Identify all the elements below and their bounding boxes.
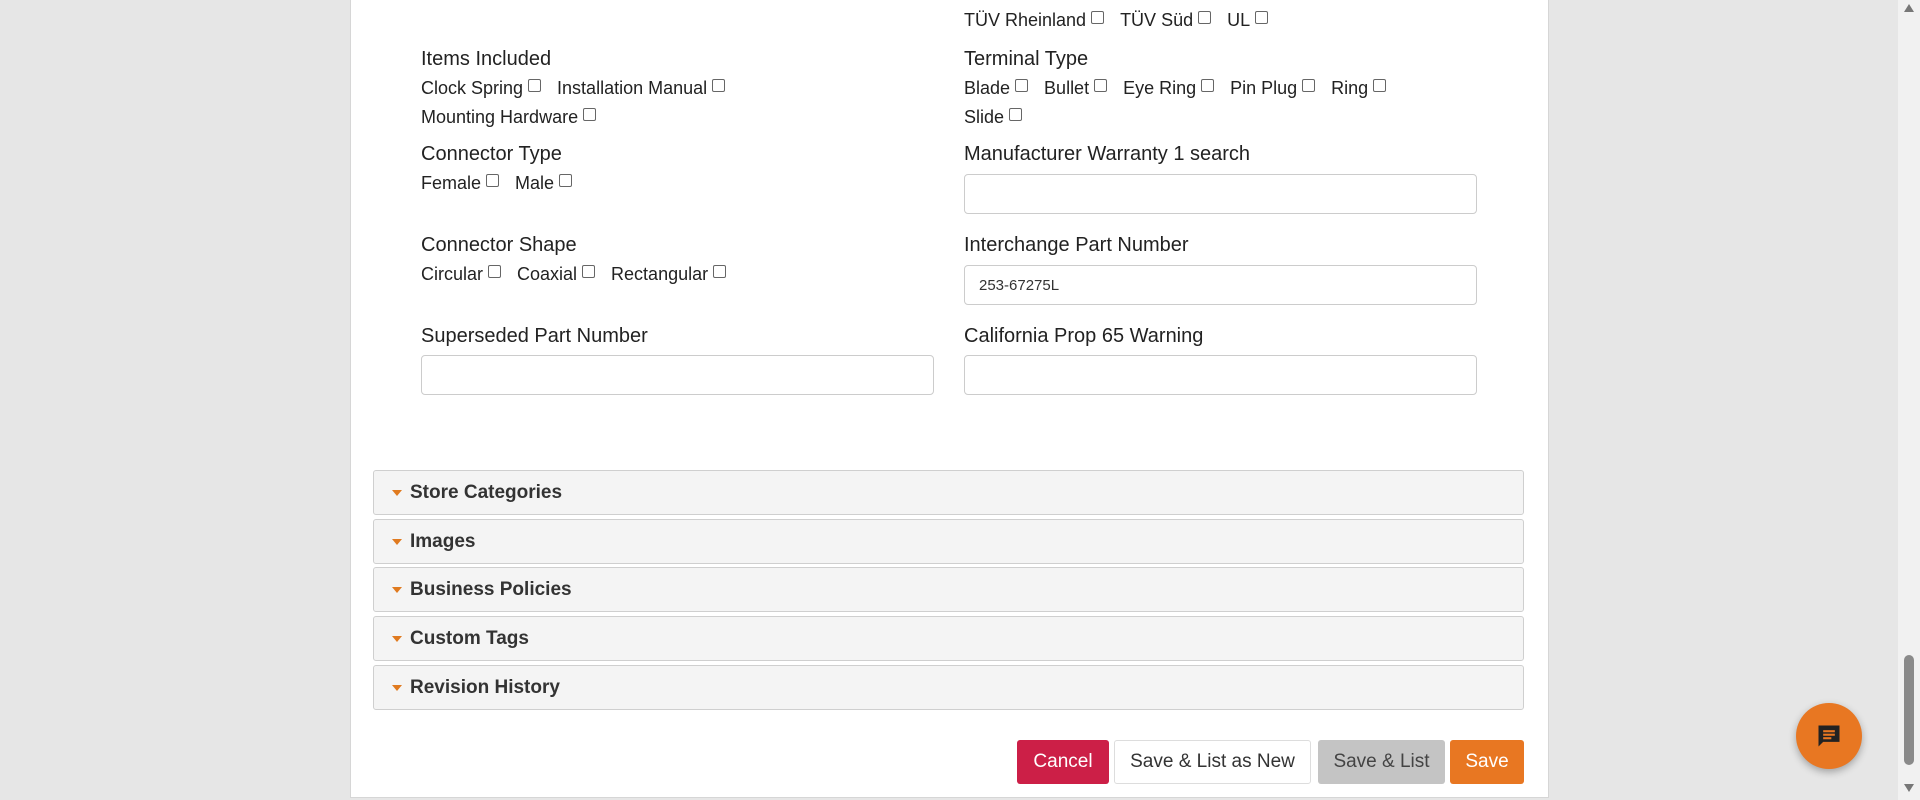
option-clock-spring[interactable]: Clock Spring xyxy=(421,78,542,99)
option-label: Eye Ring xyxy=(1123,78,1197,98)
option-circular[interactable]: Circular xyxy=(421,264,502,285)
checkbox[interactable] xyxy=(1015,79,1029,92)
cancel-button[interactable]: Cancel xyxy=(1017,740,1109,784)
option-label: Circular xyxy=(421,264,484,284)
option-label: Rectangular xyxy=(611,264,709,284)
items-included-label: Items Included xyxy=(421,48,552,70)
certification-options: TÜV Rheinland TÜV Süd UL xyxy=(964,10,1284,31)
option-installation-manual[interactable]: Installation Manual xyxy=(557,78,726,99)
interchange-input[interactable]: 253-67275L xyxy=(964,265,1477,305)
option-label: Clock Spring xyxy=(421,78,524,98)
option-rectangular[interactable]: Rectangular xyxy=(611,264,727,285)
option-mounting-hardware[interactable]: Mounting Hardware xyxy=(421,107,597,128)
checkbox[interactable] xyxy=(1198,11,1212,24)
connector-shape-options: Circular Coaxial Rectangular xyxy=(421,264,742,285)
scroll-down-icon[interactable] xyxy=(1904,784,1914,792)
option-pin-plug[interactable]: Pin Plug xyxy=(1230,78,1316,99)
checkbox[interactable] xyxy=(713,265,727,278)
section-title: Custom Tags xyxy=(410,627,529,649)
option-label: Installation Manual xyxy=(557,78,708,98)
scrollbar[interactable] xyxy=(1898,0,1920,800)
option-blade[interactable]: Blade xyxy=(964,78,1029,99)
option-label: Female xyxy=(421,173,482,193)
option-male[interactable]: Male xyxy=(515,173,573,194)
option-slide[interactable]: Slide xyxy=(964,107,1023,128)
section-title: Store Categories xyxy=(410,481,563,503)
checkbox[interactable] xyxy=(712,79,726,92)
checkbox[interactable] xyxy=(528,79,542,92)
option-tuv-rheinland[interactable]: TÜV Rheinland xyxy=(964,10,1105,31)
section-custom-tags[interactable]: Custom Tags xyxy=(373,616,1524,661)
caret-down-icon xyxy=(392,684,402,691)
chat-button[interactable] xyxy=(1796,703,1862,769)
option-tuv-sud[interactable]: TÜV Süd xyxy=(1120,10,1212,31)
connector-type-label: Connector Type xyxy=(421,143,562,165)
prop65-label: California Prop 65 Warning xyxy=(964,325,1204,347)
option-label: TÜV Süd xyxy=(1120,10,1194,30)
terminal-type-label: Terminal Type xyxy=(964,48,1089,70)
section-store-categories[interactable]: Store Categories xyxy=(373,470,1524,515)
option-label: UL xyxy=(1227,10,1251,30)
superseded-input[interactable] xyxy=(421,355,934,395)
option-label: Ring xyxy=(1331,78,1369,98)
superseded-label: Superseded Part Number xyxy=(421,325,648,347)
checkbox[interactable] xyxy=(583,108,597,121)
option-coaxial[interactable]: Coaxial xyxy=(517,264,596,285)
option-ul[interactable]: UL xyxy=(1227,10,1269,31)
warranty-label: Manufacturer Warranty 1 search xyxy=(964,143,1251,165)
section-title: Images xyxy=(410,530,476,552)
caret-down-icon xyxy=(392,538,402,545)
interchange-label: Interchange Part Number xyxy=(964,234,1189,256)
warranty-input[interactable] xyxy=(964,174,1477,214)
option-label: Blade xyxy=(964,78,1011,98)
option-label: Slide xyxy=(964,107,1005,127)
option-ring[interactable]: Ring xyxy=(1331,78,1387,99)
checkbox[interactable] xyxy=(486,174,500,187)
checkbox[interactable] xyxy=(1091,11,1105,24)
option-label: Pin Plug xyxy=(1230,78,1298,98)
option-bullet[interactable]: Bullet xyxy=(1044,78,1108,99)
section-revision-history[interactable]: Revision History xyxy=(373,665,1524,710)
checkbox[interactable] xyxy=(1302,79,1316,92)
items-included-options: Clock Spring Installation Manual xyxy=(421,78,741,99)
option-female[interactable]: Female xyxy=(421,173,500,194)
section-images[interactable]: Images xyxy=(373,519,1524,564)
connector-type-options: Female Male xyxy=(421,173,588,194)
section-business-policies[interactable]: Business Policies xyxy=(373,567,1524,612)
chat-icon xyxy=(1818,725,1840,747)
option-label: TÜV Rheinland xyxy=(964,10,1087,30)
option-label: Coaxial xyxy=(517,264,578,284)
option-label: Mounting Hardware xyxy=(421,107,579,127)
section-title: Business Policies xyxy=(410,578,572,600)
save-list-as-new-button[interactable]: Save & List as New xyxy=(1114,740,1311,784)
checkbox[interactable] xyxy=(1255,11,1269,24)
option-label: Bullet xyxy=(1044,78,1090,98)
save-and-list-button[interactable]: Save & List xyxy=(1318,740,1445,784)
caret-down-icon xyxy=(392,489,402,496)
checkbox[interactable] xyxy=(1201,79,1215,92)
checkbox[interactable] xyxy=(582,265,596,278)
checkbox[interactable] xyxy=(1373,79,1387,92)
items-included-options-2: Mounting Hardware xyxy=(421,107,612,128)
connector-shape-label: Connector Shape xyxy=(421,234,577,256)
terminal-type-options: Blade Bullet Eye Ring Pin Plug Ring xyxy=(964,78,1402,99)
option-label: Male xyxy=(515,173,555,193)
section-title: Revision History xyxy=(410,676,560,698)
checkbox[interactable] xyxy=(1009,108,1023,121)
prop65-input[interactable] xyxy=(964,355,1477,395)
checkbox[interactable] xyxy=(559,174,573,187)
caret-down-icon xyxy=(392,586,402,593)
terminal-type-options-2: Slide xyxy=(964,107,1038,128)
option-eye-ring[interactable]: Eye Ring xyxy=(1123,78,1215,99)
scroll-up-icon[interactable] xyxy=(1904,4,1914,12)
scrollbar-thumb[interactable] xyxy=(1904,655,1914,765)
save-button[interactable]: Save xyxy=(1450,740,1524,784)
caret-down-icon xyxy=(392,635,402,642)
checkbox[interactable] xyxy=(1094,79,1108,92)
checkbox[interactable] xyxy=(488,265,502,278)
